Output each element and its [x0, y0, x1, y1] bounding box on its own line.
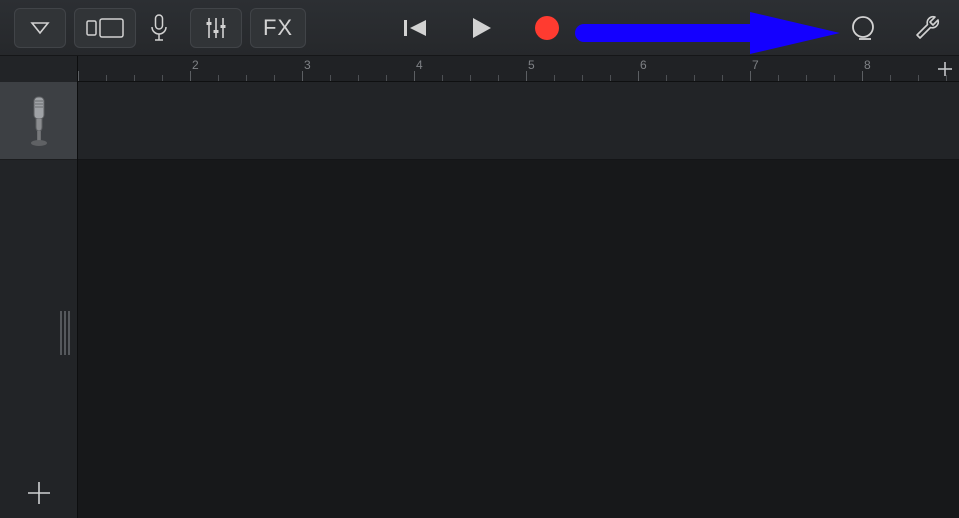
- sidebar-resize-handle[interactable]: [60, 311, 72, 355]
- track-controls-button[interactable]: [190, 8, 242, 48]
- plus-icon: [26, 480, 52, 506]
- loop-browser-icon: [848, 13, 878, 43]
- settings-button[interactable]: [895, 0, 959, 56]
- timeline-ruler[interactable]: 2 3 4 5 6 7 8: [78, 56, 959, 82]
- record-button[interactable]: [527, 8, 567, 48]
- triangle-down-icon: [30, 21, 50, 35]
- play-button[interactable]: [461, 8, 501, 48]
- loop-button[interactable]: [831, 0, 895, 56]
- record-icon: [533, 14, 561, 42]
- bar-number: 3: [304, 58, 311, 72]
- bar-number: 7: [752, 58, 759, 72]
- track-header[interactable]: [0, 82, 77, 160]
- transport-controls: [395, 8, 567, 48]
- rewind-icon: [402, 17, 428, 39]
- fx-button[interactable]: FX: [250, 8, 306, 48]
- go-to-beginning-button[interactable]: [395, 8, 435, 48]
- toolbar: FX: [0, 0, 959, 56]
- wrench-icon: [913, 14, 941, 42]
- sliders-icon: [203, 16, 229, 40]
- toolbar-right: [831, 0, 959, 56]
- bar-number: 5: [528, 58, 535, 72]
- track-header-column: [0, 56, 78, 518]
- fx-label: FX: [263, 15, 293, 41]
- add-section-button[interactable]: [935, 59, 955, 79]
- bar-number: 2: [192, 58, 199, 72]
- bar-number: 4: [416, 58, 423, 72]
- instrument-button[interactable]: [136, 5, 182, 51]
- add-track-button[interactable]: [0, 468, 78, 518]
- track-lane[interactable]: [78, 82, 959, 160]
- plus-icon: [937, 61, 953, 77]
- condenser-mic-icon: [25, 95, 53, 147]
- tracks-view-button[interactable]: [74, 8, 136, 48]
- play-icon: [468, 15, 494, 41]
- bar-number: 6: [640, 58, 647, 72]
- microphone-icon: [150, 14, 168, 42]
- my-songs-button[interactable]: [14, 8, 66, 48]
- tracks-area[interactable]: [78, 82, 959, 518]
- tracks-view-icon: [86, 18, 124, 38]
- bar-number: 8: [864, 58, 871, 72]
